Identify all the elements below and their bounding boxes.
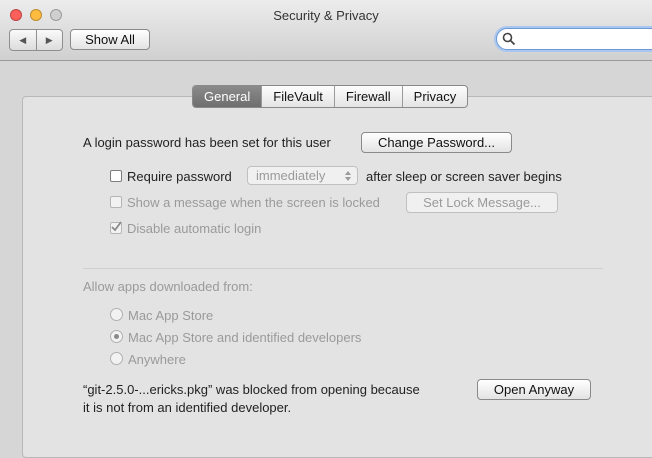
back-button[interactable]: ◀	[10, 30, 36, 50]
search-icon	[502, 32, 516, 46]
radio-identified-developers-label: Mac App Store and identified developers	[128, 330, 362, 345]
radio-identified-developers[interactable]	[110, 330, 123, 343]
tab-privacy[interactable]: Privacy	[401, 86, 468, 107]
set-lock-message-label: Set Lock Message...	[423, 195, 541, 210]
disable-auto-login-checkbox[interactable]	[110, 221, 122, 234]
radio-selected-dot	[114, 334, 119, 339]
show-message-checkbox[interactable]	[110, 196, 122, 208]
require-password-label: Require password	[127, 169, 232, 184]
require-password-select-value: immediately	[256, 168, 326, 183]
require-password-checkbox[interactable]	[110, 170, 122, 182]
radio-anywhere[interactable]	[110, 352, 123, 365]
show-all-label: Show All	[85, 32, 135, 47]
nav-buttons: ◀ ▶	[9, 29, 63, 51]
checkmark-icon	[111, 221, 122, 232]
change-password-label: Change Password...	[377, 135, 496, 150]
tab-bar: General FileVault Firewall Privacy	[192, 85, 469, 108]
require-password-select[interactable]: immediately	[247, 166, 358, 185]
title-bar: Security & Privacy ◀ ▶ Show All	[0, 0, 652, 61]
divider	[83, 268, 603, 269]
tab-firewall[interactable]: Firewall	[333, 86, 402, 107]
forward-button[interactable]: ▶	[35, 30, 63, 50]
radio-anywhere-label: Anywhere	[128, 352, 186, 367]
window-title: Security & Privacy	[273, 8, 379, 23]
allow-apps-heading: Allow apps downloaded from:	[83, 279, 253, 294]
disable-auto-login-label: Disable automatic login	[127, 221, 262, 236]
open-anyway-label: Open Anyway	[493, 382, 575, 397]
search-field[interactable]	[496, 28, 652, 50]
chevron-right-icon: ▶	[45, 34, 53, 45]
chevron-left-icon: ◀	[19, 34, 27, 45]
tab-filevault[interactable]: FileVault	[261, 86, 334, 107]
open-anyway-button[interactable]: Open Anyway	[477, 379, 591, 400]
radio-mac-app-store[interactable]	[110, 308, 123, 321]
show-message-label: Show a message when the screen is locked	[127, 195, 380, 210]
blocked-message-line2: it is not from an identified developer.	[83, 400, 292, 415]
login-password-text: A login password has been set for this u…	[83, 135, 331, 150]
radio-mac-app-store-label: Mac App Store	[128, 308, 214, 323]
show-all-button[interactable]: Show All	[70, 29, 150, 50]
updown-arrows-icon	[345, 171, 351, 181]
after-sleep-text: after sleep or screen saver begins	[366, 169, 562, 184]
change-password-button[interactable]: Change Password...	[361, 132, 512, 153]
tab-general[interactable]: General	[193, 86, 262, 107]
set-lock-message-button[interactable]: Set Lock Message...	[406, 192, 558, 213]
blocked-message-line1: “git-2.5.0-...ericks.pkg” was blocked fr…	[83, 382, 420, 397]
